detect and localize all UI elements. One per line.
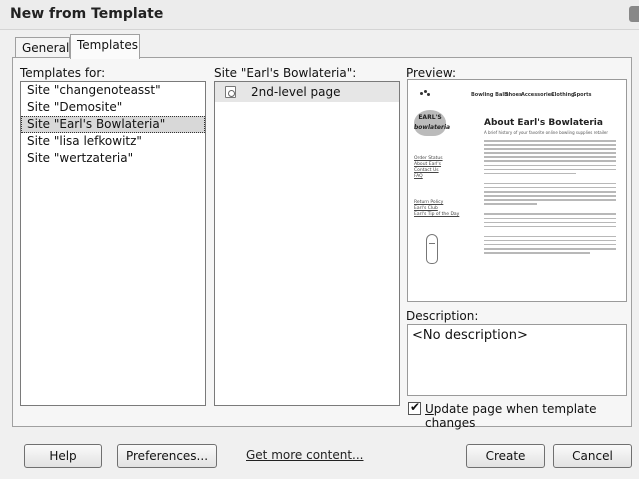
preview-heading: About Earl's Bowlateria — [484, 118, 603, 128]
list-item[interactable]: Site "changenoteasst" — [21, 82, 205, 99]
preview-sidebar-links-2: Return Policy Earl's Club Earl's Tip of … — [414, 200, 459, 218]
preview-link: Earl's Tip of the Day — [414, 212, 460, 217]
description-box: <No description> — [407, 324, 627, 396]
preferences-button[interactable]: Preferences... — [117, 444, 217, 468]
template-preview: Bowling Balls Shoes Accessories Clothing… — [407, 79, 627, 302]
templates-for-list[interactable]: Site "changenoteasst" Site "Demosite" Si… — [20, 81, 206, 406]
check-icon: ✔ — [410, 400, 421, 414]
template-list-item[interactable]: 2nd-level page — [215, 82, 399, 102]
list-item-selected[interactable]: Site "Earl's Bowlateria" — [21, 116, 205, 133]
preview-logo: EARL'S bowlateria — [414, 110, 451, 136]
list-item[interactable]: Site "wertzateria" — [21, 150, 205, 167]
help-button[interactable]: Help — [24, 444, 102, 468]
bowling-pin-icon — [426, 234, 438, 264]
list-item[interactable]: Site "lisa lefkowitz" — [21, 133, 205, 150]
logo-line: EARL'S — [418, 114, 442, 121]
logo-line: bowlateria — [414, 124, 451, 131]
preview-nav-item: Bowling Balls — [471, 92, 509, 98]
list-item[interactable]: Site "Demosite" — [21, 99, 205, 116]
preview-label: Preview: — [406, 66, 457, 80]
site-templates-label: Site "Earl's Bowlateria": — [214, 66, 357, 80]
preview-nav-item: Sports — [573, 92, 592, 98]
update-page-label[interactable]: Update page when template changes — [425, 402, 639, 430]
site-templates-list[interactable]: 2nd-level page — [214, 81, 400, 406]
cancel-button[interactable]: Cancel — [553, 444, 632, 468]
preview-subheading: A brief history of your favorite online … — [484, 130, 608, 135]
create-button[interactable]: Create — [466, 444, 545, 468]
dialog-content: Templates for: Site "changenoteasst" Sit… — [0, 0, 639, 479]
preview-link: FAQ — [414, 174, 423, 179]
bowling-ball-icon — [420, 90, 430, 96]
template-page-icon — [225, 86, 236, 98]
preview-nav-item: Clothing — [551, 92, 575, 98]
preview-nav-item: Shoes — [505, 92, 522, 98]
preview-nav-item: Accessories — [521, 92, 555, 98]
update-page-checkbox[interactable]: ✔ — [408, 400, 421, 415]
template-item-label: 2nd-level page — [251, 85, 341, 99]
preview-body-text — [484, 140, 616, 256]
preview-sidebar-links: Order Status About Earl's Contact Us FAQ — [414, 156, 443, 180]
get-more-content-link[interactable]: Get more content... — [246, 448, 364, 462]
description-label: Description: — [406, 309, 479, 323]
templates-for-label: Templates for: — [20, 66, 106, 80]
